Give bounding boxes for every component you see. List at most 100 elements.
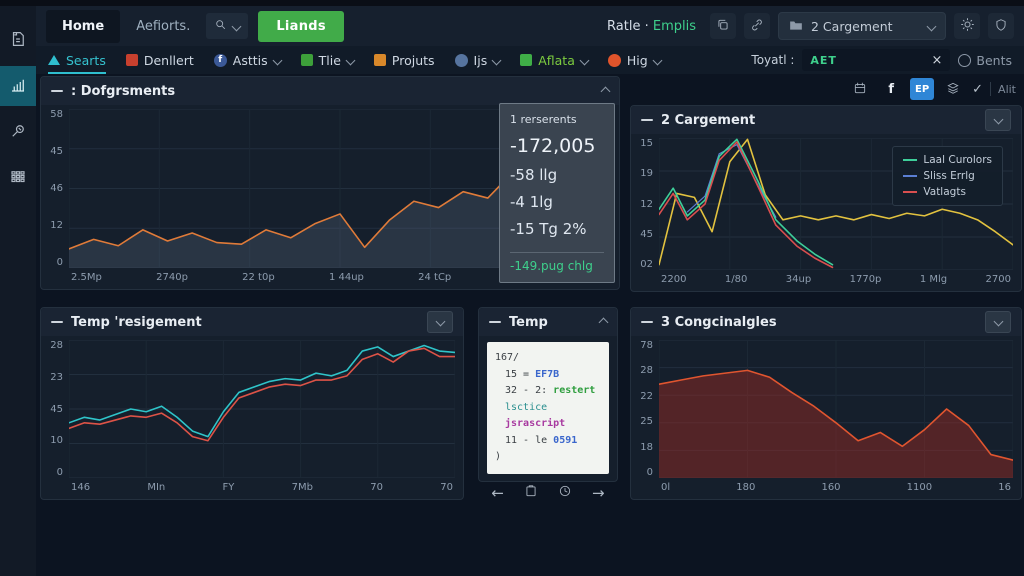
bents-toggle[interactable]: Bents bbox=[958, 53, 1012, 68]
x-tick-label: 146 bbox=[71, 482, 91, 493]
project-dropdown[interactable]: 2 Cargement bbox=[778, 12, 946, 40]
clear-icon[interactable]: × bbox=[931, 53, 942, 68]
calendar-button[interactable] bbox=[848, 78, 872, 100]
gear-icon bbox=[960, 17, 975, 35]
toolbar-item-label: Tlie bbox=[318, 52, 341, 68]
panel-title: : Dofgrsments bbox=[71, 83, 176, 99]
x-tick-label: FY bbox=[222, 482, 235, 493]
stats-tooltip: 1 rerserents -172,005 -58 llg -4 1lg -15… bbox=[499, 103, 615, 283]
tab-home[interactable]: Home bbox=[46, 9, 121, 43]
drag-handle-icon[interactable] bbox=[51, 321, 63, 323]
drag-handle-icon[interactable] bbox=[641, 119, 653, 121]
panel-title: Temp bbox=[509, 314, 548, 330]
sidebar-item-dashboard[interactable] bbox=[0, 66, 36, 106]
toolbar-item-asttis[interactable]: f Asttis bbox=[213, 46, 283, 74]
x-tick-label: MIn bbox=[147, 482, 166, 493]
check-icon[interactable]: ✓ bbox=[972, 82, 983, 97]
sidebar-item-apps[interactable] bbox=[0, 158, 36, 198]
legend-swatch-icon bbox=[903, 191, 918, 193]
code-line: 167/ bbox=[495, 352, 520, 363]
chevron-down-icon bbox=[579, 55, 590, 65]
panel-header: 3 Congcinalgles bbox=[631, 308, 1021, 336]
x-tick-label: 180 bbox=[736, 482, 756, 493]
toolbar-item-searts[interactable]: Searts bbox=[48, 46, 106, 74]
collapse-icon[interactable] bbox=[598, 317, 609, 327]
breadcrumb: Ratle · Emplis bbox=[607, 19, 696, 34]
sidebar-item-files[interactable] bbox=[0, 20, 36, 60]
chart-legend: Laal Curolors Sliss Errlg Vatlagts bbox=[892, 146, 1003, 206]
legend-label: Sliss Errlg bbox=[923, 170, 975, 182]
alit-label[interactable]: Alit bbox=[998, 83, 1016, 96]
drag-handle-icon[interactable] bbox=[489, 321, 501, 323]
breadcrumb-current[interactable]: Emplis bbox=[653, 19, 696, 34]
shield-button[interactable] bbox=[988, 13, 1014, 39]
collapse-button[interactable] bbox=[985, 109, 1011, 131]
drag-handle-icon[interactable] bbox=[641, 321, 653, 323]
toolbar-item-aflata[interactable]: Aflata bbox=[520, 46, 590, 74]
stats-row: -15 Tg 2% bbox=[510, 220, 587, 238]
temp-resigement-chart[interactable] bbox=[69, 340, 455, 478]
x-tick-label: 1/80 bbox=[724, 274, 748, 285]
layers-button[interactable] bbox=[941, 78, 965, 100]
sidebar-item-tools[interactable] bbox=[0, 112, 36, 152]
layers-icon bbox=[946, 81, 960, 98]
y-tick-label: 22 bbox=[640, 390, 653, 402]
x-tick-label: 1770p bbox=[849, 274, 882, 285]
link-button[interactable] bbox=[744, 13, 770, 39]
filter-input[interactable]: AET × bbox=[802, 49, 951, 71]
clock-icon[interactable] bbox=[558, 484, 572, 502]
panel-title: 3 Congcinalgles bbox=[661, 314, 777, 330]
toolbar-item-denllert[interactable]: Denllert bbox=[125, 46, 194, 74]
view-quickbar: f EP ✓ Alit bbox=[848, 78, 1016, 100]
search-icon bbox=[214, 18, 227, 34]
collapse-button[interactable] bbox=[427, 311, 453, 333]
y-tick-label: 10 bbox=[50, 435, 63, 447]
toolbar-item-projuts[interactable]: Projuts bbox=[373, 46, 435, 74]
toolbar-item-ijs[interactable]: Ijs bbox=[454, 46, 502, 74]
code-block[interactable]: 167/ 15 = EF7B 32 - 2: restert lsctice j… bbox=[487, 342, 609, 474]
x-axis: 2200 1/80 34up 1770p 1 Mlg 2700 bbox=[631, 270, 1021, 291]
settings-button[interactable] bbox=[954, 13, 980, 39]
x-tick-label: 24 tCp bbox=[418, 272, 452, 283]
ep-button[interactable]: EP bbox=[910, 78, 935, 100]
clipboard-icon[interactable] bbox=[524, 484, 538, 502]
collapse-icon[interactable] bbox=[600, 86, 611, 96]
chevron-down-icon bbox=[926, 21, 937, 31]
legend-item: Sliss Errlg bbox=[903, 170, 992, 182]
x-tick-label: 70 bbox=[440, 482, 453, 493]
arrow-right-icon[interactable]: → bbox=[592, 484, 605, 502]
y-axis: 15 19 12 45 02 bbox=[631, 138, 659, 270]
y-tick-label: 19 bbox=[640, 168, 653, 180]
folder-icon bbox=[789, 19, 803, 34]
legend-label: Vatlagts bbox=[923, 186, 966, 198]
x-tick-label: 1100 bbox=[906, 482, 933, 493]
tab-actions[interactable]: Aefiorts. bbox=[130, 19, 196, 34]
congcinalgles-chart[interactable] bbox=[659, 340, 1013, 478]
panel-header: Temp 'resigement bbox=[41, 308, 463, 336]
x-tick-label: 2700 bbox=[985, 274, 1011, 285]
y-tick-label: 28 bbox=[50, 340, 63, 351]
panel-congcinalgles: 3 Congcinalgles 78 28 22 25 18 0 0l 180 160 1100… bbox=[630, 307, 1022, 500]
collapse-button[interactable] bbox=[985, 311, 1011, 333]
facebook-button[interactable]: f bbox=[879, 78, 903, 100]
chevron-down-icon bbox=[345, 55, 356, 65]
x-tick-label: 160 bbox=[821, 482, 841, 493]
x-tick-label: 34up bbox=[785, 274, 812, 285]
code-line: ) bbox=[495, 451, 502, 462]
bar-chart-icon bbox=[9, 76, 27, 97]
copy-button[interactable] bbox=[710, 13, 736, 39]
toolbar-item-tlie[interactable]: Tlie bbox=[300, 46, 356, 74]
code-nav: ← → bbox=[479, 484, 617, 502]
panel-cargement: 2 Cargement 15 19 12 45 02 Laal Curolors Slis… bbox=[630, 105, 1022, 292]
header-search[interactable] bbox=[206, 13, 249, 39]
liands-button[interactable]: Liands bbox=[258, 10, 344, 42]
toolbar-item-hig[interactable]: Hig bbox=[607, 46, 663, 74]
panel-dofgrsments: : Dofgrsments 58 45 46 12 0 2.5Mp 2740p 22 t0p… bbox=[40, 76, 620, 290]
shield-icon bbox=[994, 18, 1008, 35]
drag-handle-icon[interactable] bbox=[51, 90, 63, 92]
divider bbox=[990, 82, 992, 96]
cargement-chart[interactable]: Laal Curolors Sliss Errlg Vatlagts bbox=[659, 138, 1013, 270]
y-tick-label: 18 bbox=[640, 441, 653, 453]
projuts-icon bbox=[373, 54, 386, 66]
arrow-left-icon[interactable]: ← bbox=[491, 484, 504, 502]
